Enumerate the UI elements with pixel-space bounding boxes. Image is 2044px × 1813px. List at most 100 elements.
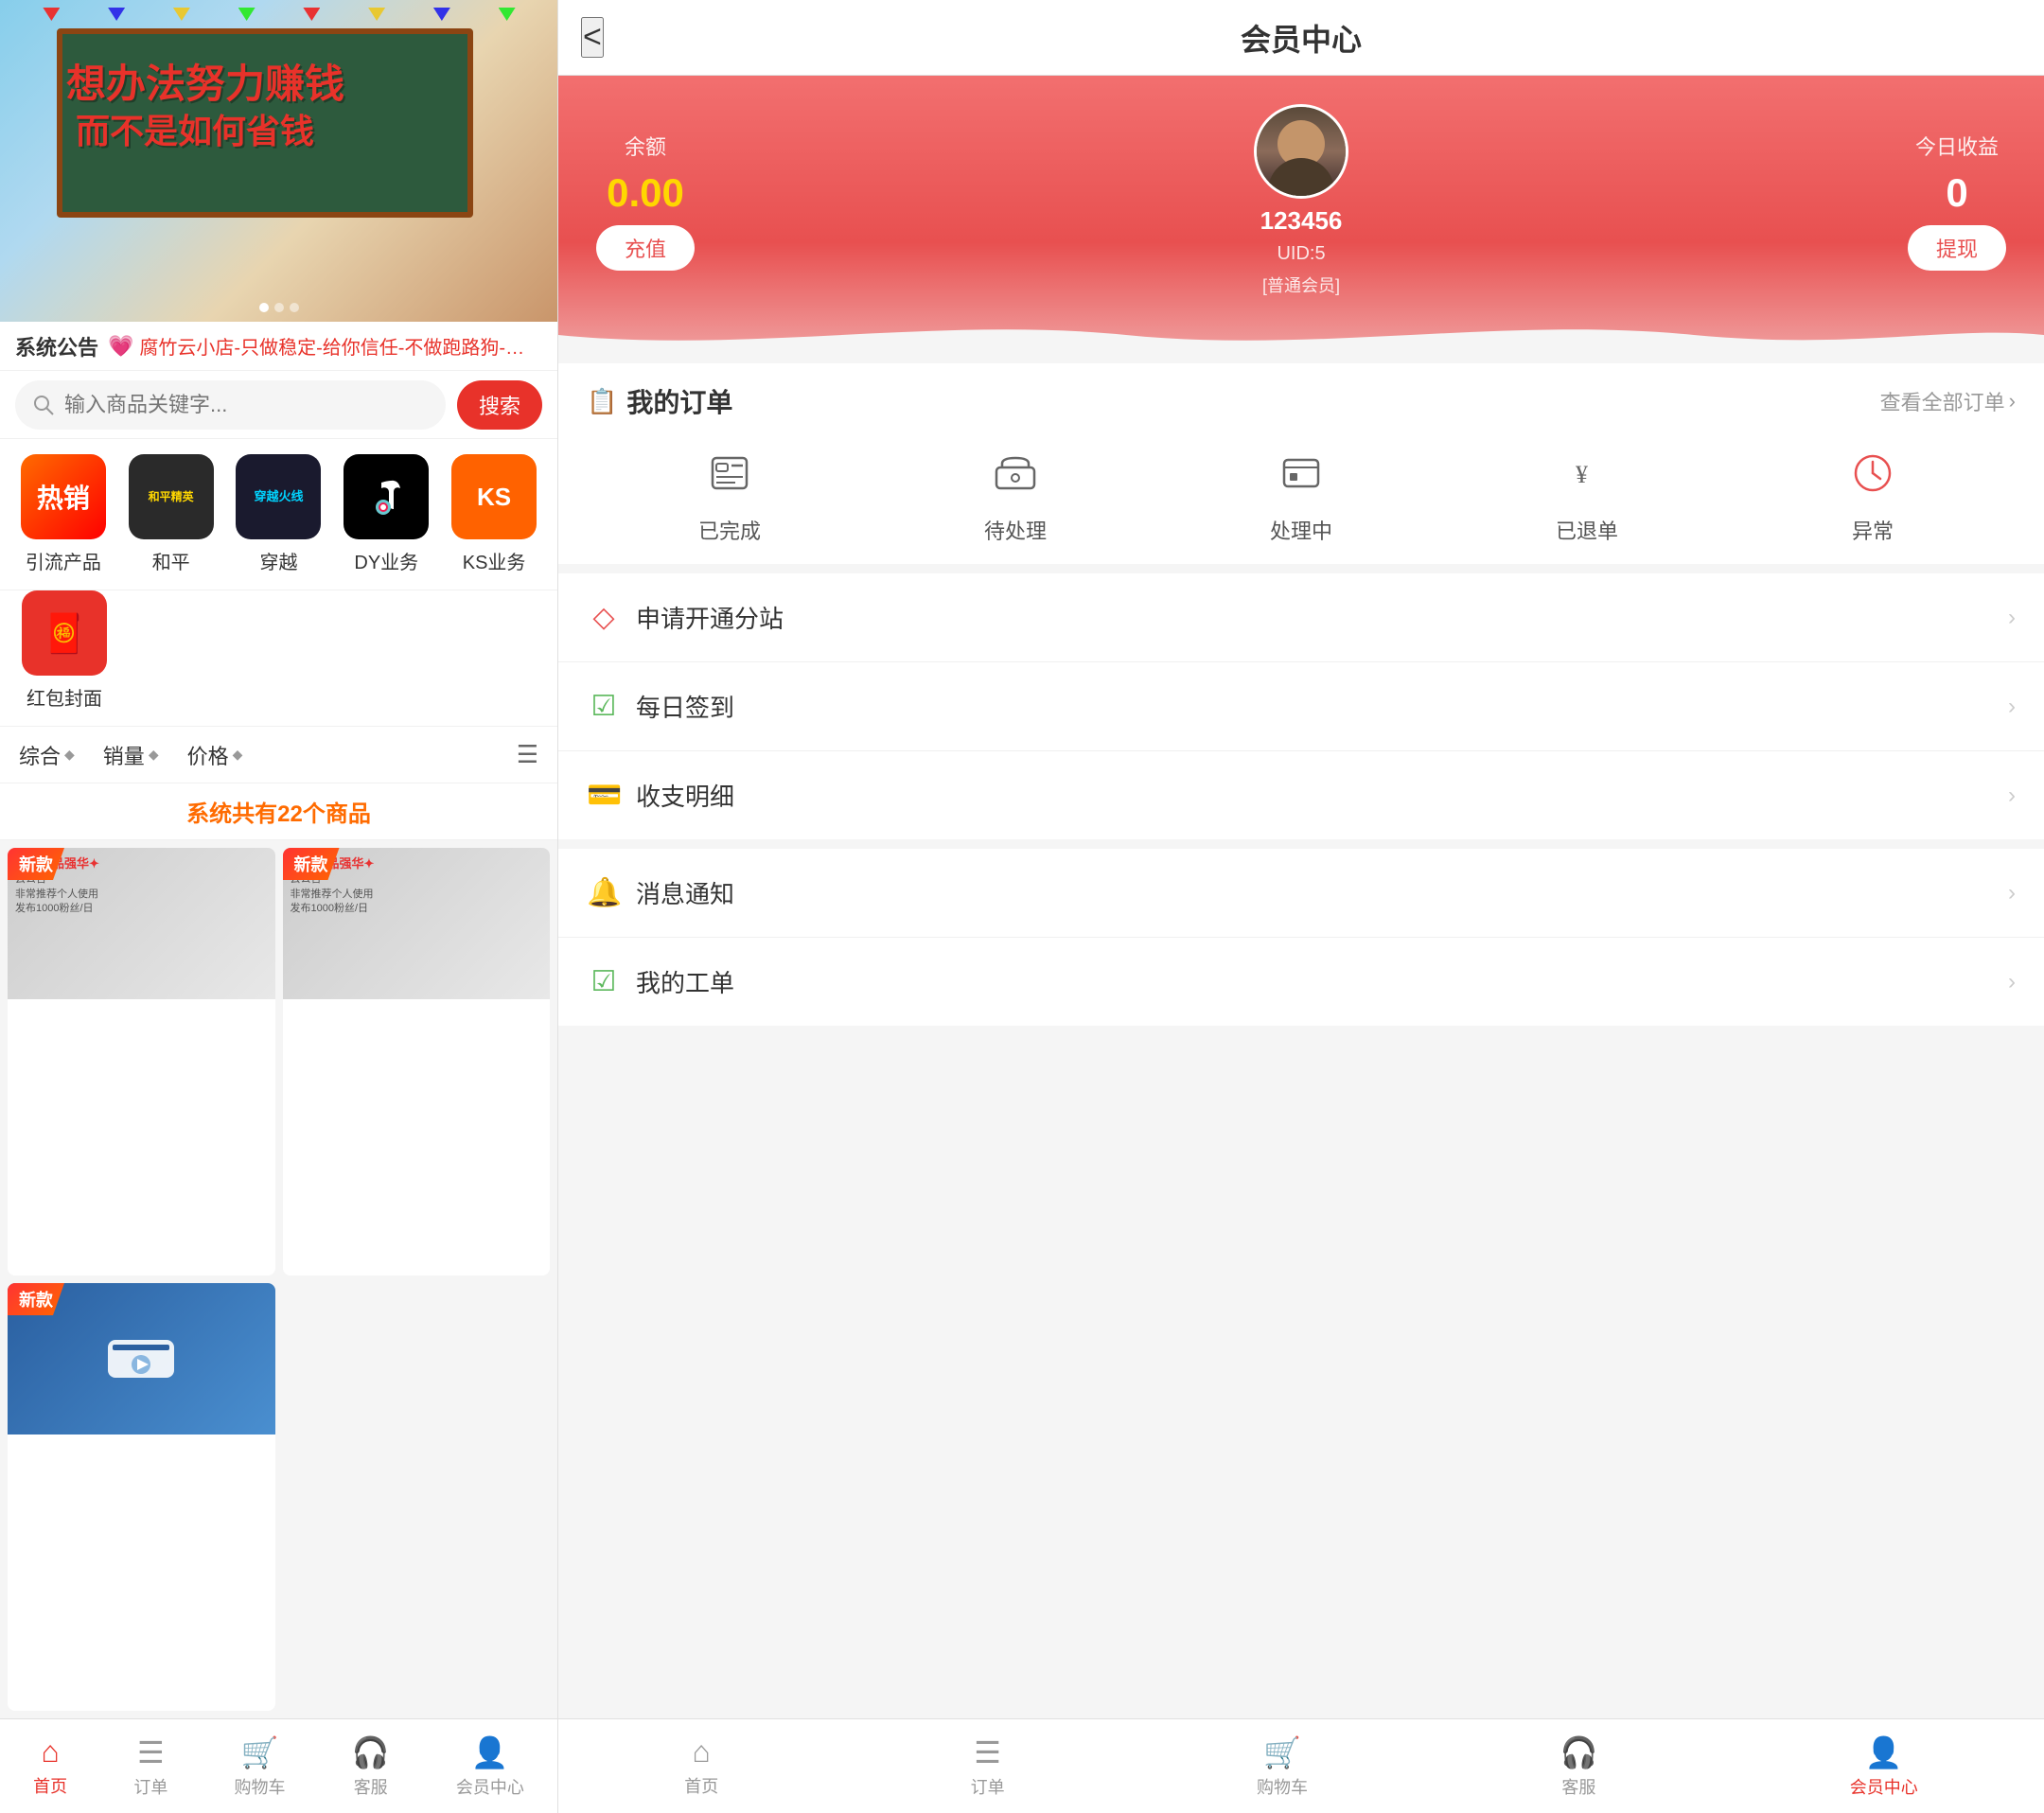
menu-finance-label: 收支明细 [636,778,2008,813]
bunting-flag [108,8,125,21]
cat-label-dy: DY业务 [354,547,418,574]
sort-comprehensive[interactable]: 综合 ◆ [19,740,75,770]
cat-label-hot: 引流产品 [26,547,101,574]
uid-text: UID:5 [1277,243,1325,265]
search-input-wrap[interactable] [15,380,446,430]
chevron-right-icon-4: › [2008,880,2016,906]
orders-section: 📋 我的订单 查看全部订单 › 已完成 待处理 [558,363,2044,564]
right-nav-cart-label: 购物车 [1257,1774,1308,1799]
avatar [1254,104,1348,199]
announcement-bar: 系统公告 💗 腐竹云小店-只做稳定-给你信任-不做跑路狗-售后稳定 [0,322,557,371]
completed-icon [696,439,764,507]
search-input[interactable] [64,393,429,417]
username: 123456 [1260,206,1343,236]
order-types: 已完成 待处理 处理中 ¥ 已退单 [587,439,2016,545]
sort-list-icon[interactable]: ☰ [517,740,538,769]
bottom-nav-left: ⌂ 首页 ☰ 订单 🛒 购物车 🎧 客服 👤 会员中心 [0,1718,557,1813]
checkin-icon: ☑ [587,690,621,723]
withdraw-button[interactable]: 提现 [1908,225,2006,271]
service-icon: 🎧 [352,1734,390,1770]
sort-sales[interactable]: 销量 ◆ [103,740,159,770]
order-type-pending[interactable]: 待处理 [981,439,1049,545]
right-nav-home-label: 首页 [684,1773,718,1798]
nav-cart[interactable]: 🛒 购物车 [235,1734,286,1799]
nav-home-label: 首页 [33,1773,67,1798]
profile-header: 余额 0.00 充值 123456 UID:5 [普通会员] 今日收益 [558,76,2044,354]
menu-item-subsite[interactable]: ◇ 申请开通分站 › [558,573,2044,662]
cat-item-hongbao[interactable]: 🧧 红包封面 [9,590,119,711]
order-type-refunded[interactable]: ¥ 已退单 [1553,439,1621,545]
cat-item-cross[interactable]: 穿越火线 穿越 [225,454,333,574]
orders-title-text: 我的订单 [626,382,732,420]
nav-orders-label: 订单 [133,1774,167,1799]
menu-item-finance[interactable]: 💳 收支明细 › [558,751,2044,839]
cat-icon-peace: 和平精英 [129,454,214,539]
nav-service[interactable]: 🎧 客服 [352,1734,390,1799]
orders-icon: ☰ [137,1734,165,1770]
orders-title: 📋 我的订单 [587,382,732,420]
product-card-1[interactable]: 群邮精品强华✦ 云公告 非常推荐个人使用 发布1000粉丝/日 新款 [8,848,275,1276]
product-count: 系统共有22个商品 [0,783,557,840]
svg-text:¥: ¥ [1576,461,1588,488]
bunting-flag [433,8,450,21]
right-nav-home[interactable]: ⌂ 首页 [684,1734,718,1798]
right-header: < 会员中心 [558,0,2044,76]
view-all-label: 查看全部订单 [1880,386,2005,416]
dot-2 [274,303,284,312]
right-orders-icon: ☰ [974,1734,1001,1770]
cat-icon-ks: KS [451,454,537,539]
sort-sales-diamond: ◆ [149,747,159,763]
dot-1 [259,303,269,312]
nav-home[interactable]: ⌂ 首页 [33,1734,67,1798]
nav-member[interactable]: 👤 会员中心 [456,1734,524,1799]
cat-label-cross: 穿越 [259,547,297,574]
order-type-abnormal[interactable]: 异常 [1839,439,1907,545]
bunting-flag [43,8,60,21]
order-type-processing[interactable]: 处理中 [1267,439,1335,545]
back-button[interactable]: < [581,17,604,58]
product-img-1: 群邮精品强华✦ 云公告 非常推荐个人使用 发布1000粉丝/日 新款 [8,848,275,999]
bottom-nav-right: ⌂ 首页 ☰ 订单 🛒 购物车 🎧 客服 👤 会员中心 [558,1718,2044,1813]
completed-label: 已完成 [698,515,761,545]
view-all-orders[interactable]: 查看全部订单 › [1880,386,2016,416]
cat-label-peace: 和平 [152,547,190,574]
menu-item-workorder[interactable]: ☑ 我的工单 › [558,938,2044,1026]
banner-line1: 想办法努力赚钱 [66,52,344,110]
order-type-completed[interactable]: 已完成 [696,439,764,545]
sort-sales-label: 销量 [103,740,145,770]
right-nav-orders[interactable]: ☰ 订单 [971,1734,1005,1799]
sort-price-label: 价格 [187,740,229,770]
product-img-2: 群邮精品强华✦ 云公告 非常推荐个人使用 发布1000粉丝/日 新款 [283,848,551,999]
chevron-right-icon-5: › [2008,969,2016,995]
cat-item-dy[interactable]: DY业务 [332,454,440,574]
product-card-3[interactable]: 新款 [8,1283,275,1711]
product-card-2[interactable]: 群邮精品强华✦ 云公告 非常推荐个人使用 发布1000粉丝/日 新款 [283,848,551,1276]
cat-item-peace[interactable]: 和平精英 和平 [117,454,225,574]
processing-icon [1267,439,1335,507]
recharge-button[interactable]: 充值 [596,225,695,271]
bunting-flag [499,8,516,21]
profile-inner: 余额 0.00 充值 123456 UID:5 [普通会员] 今日收益 [596,104,2006,297]
right-nav-member[interactable]: 👤 会员中心 [1850,1734,1918,1799]
sort-price[interactable]: 价格 ◆ [187,740,243,770]
right-nav-service[interactable]: 🎧 客服 [1559,1734,1597,1799]
abnormal-label: 异常 [1852,515,1894,545]
right-member-icon: 👤 [1865,1734,1903,1770]
announcement-heart: 💗 [108,334,133,359]
category-row-2: 🧧 红包封面 [0,590,557,727]
menu-item-notification[interactable]: 🔔 消息通知 › [558,849,2044,938]
home-icon: ⌂ [41,1734,59,1769]
earnings-section: 今日收益 0 提现 [1908,131,2006,271]
sort-comprehensive-label: 综合 [19,740,61,770]
menu-item-checkin[interactable]: ☑ 每日签到 › [558,662,2044,751]
search-button[interactable]: 搜索 [457,380,542,430]
chevron-right-icon-1: › [2008,605,2016,631]
member-badge: [普通会员] [1262,273,1340,297]
nav-orders[interactable]: ☰ 订单 [133,1734,167,1799]
cat-item-ks[interactable]: KS KS业务 [440,454,548,574]
right-cart-icon: 🛒 [1263,1734,1301,1770]
right-nav-cart[interactable]: 🛒 购物车 [1257,1734,1308,1799]
category-row-1: 热销 引流产品 和平精英 和平 穿越火线 穿越 DY业务 KS KS [0,439,557,590]
avatar-person [1257,107,1346,196]
cat-item-hot[interactable]: 热销 引流产品 [9,454,117,574]
